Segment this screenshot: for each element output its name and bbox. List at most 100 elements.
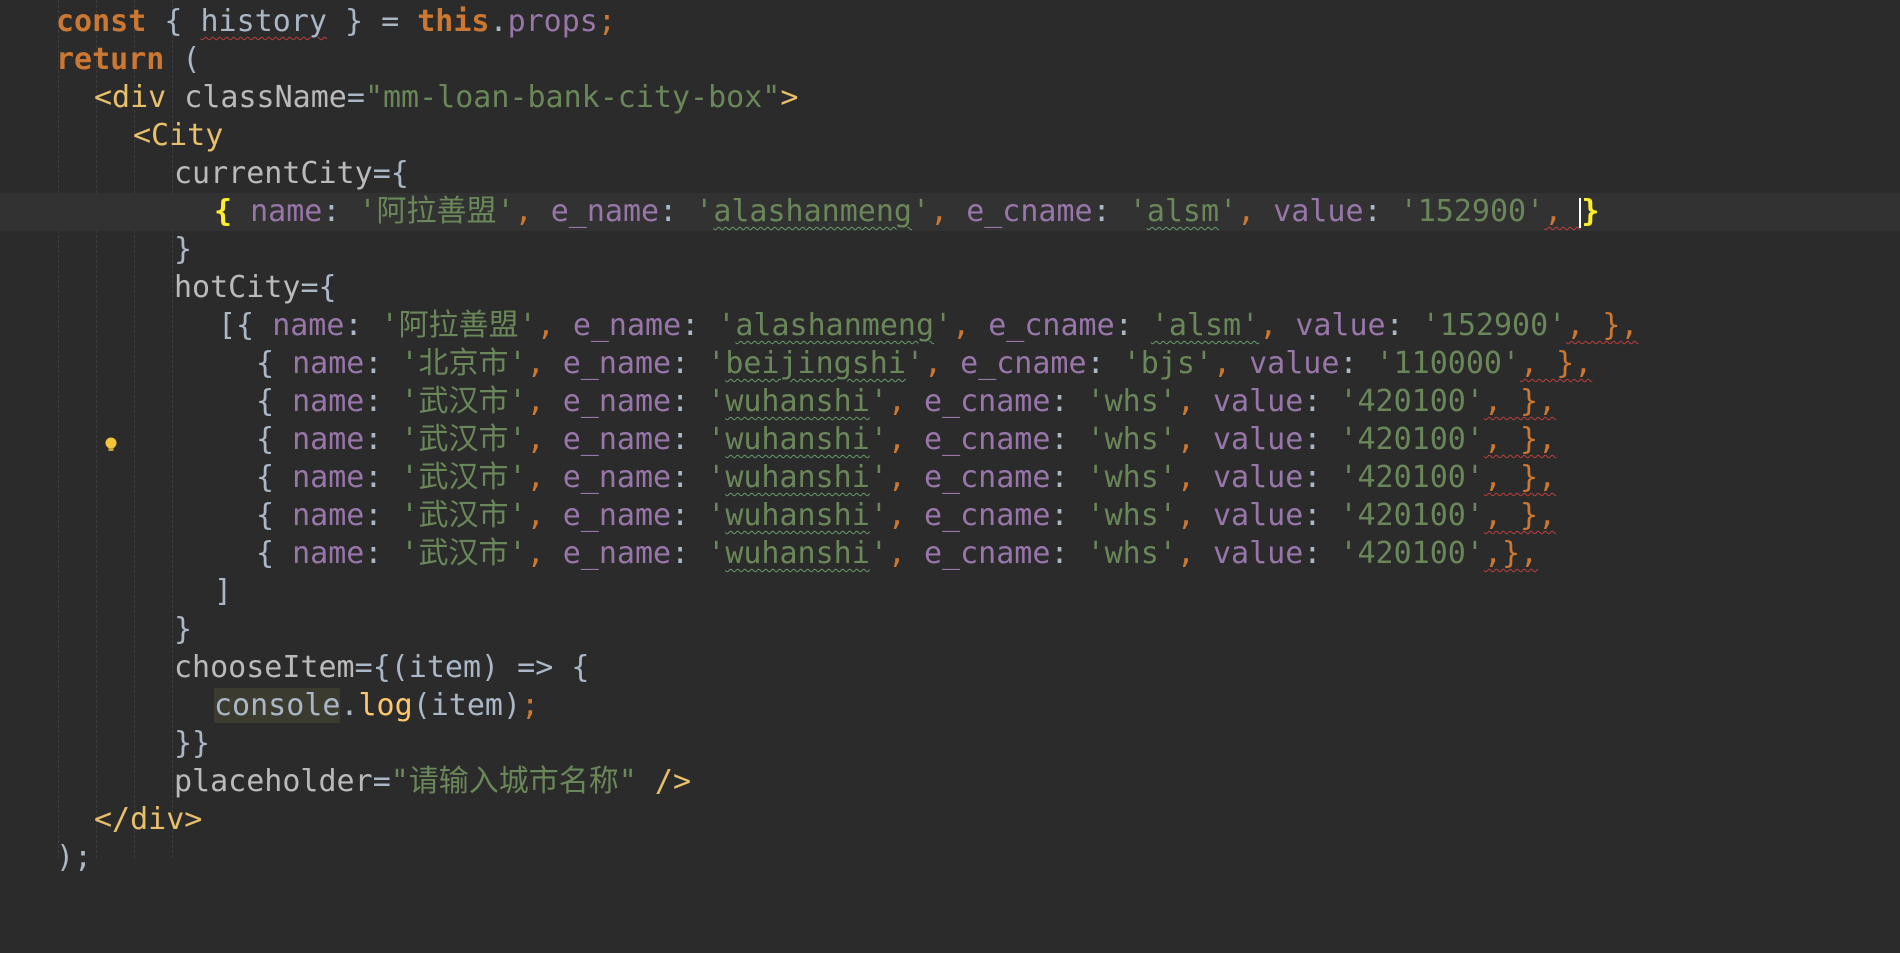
string: beijingshi <box>725 346 906 381</box>
code-line[interactable]: } <box>0 611 1900 649</box>
string: ' <box>707 384 726 419</box>
code-line[interactable]: hotCity={ <box>0 269 1900 307</box>
punctuation: : <box>1114 308 1151 343</box>
punctuation: : <box>364 422 401 457</box>
code-line[interactable]: </div> <box>0 801 1900 839</box>
string: ' <box>869 460 888 495</box>
property: value <box>1213 422 1304 457</box>
jsx-attribute: className <box>166 80 347 115</box>
code-line[interactable]: { name: '武汉市', e_name: 'wuhanshi', e_cna… <box>0 459 1900 497</box>
code-line[interactable]: ); <box>0 839 1900 877</box>
punctuation: { <box>318 270 337 305</box>
string: ' <box>1128 194 1147 229</box>
punctuation: : <box>671 536 708 571</box>
code-line[interactable]: { name: '武汉市', e_name: 'wuhanshi', e_cna… <box>0 383 1900 421</box>
code-editor[interactable]: const { history } = this.props; return (… <box>0 0 1900 875</box>
code-line[interactable]: }} <box>0 725 1900 763</box>
jsx-tag: </div> <box>94 802 203 837</box>
code-line[interactable]: { name: '武汉市', e_name: 'wuhanshi', e_cna… <box>0 535 1900 573</box>
punctuation <box>274 536 292 571</box>
punctuation: , <box>887 536 924 571</box>
punctuation: , <box>1544 194 1581 229</box>
string: '北京市' <box>400 346 527 381</box>
variable: history <box>200 4 327 39</box>
punctuation: , <box>1176 498 1213 533</box>
string: '武汉市' <box>400 460 527 495</box>
punctuation: , <box>526 498 563 533</box>
property: e_name <box>550 194 660 229</box>
property: e_cname <box>924 460 1051 495</box>
code-line[interactable]: { name: '武汉市', e_name: 'wuhanshi', e_cna… <box>0 497 1900 535</box>
code-line[interactable]: { name: '武汉市', e_name: 'wuhanshi', e_cna… <box>0 421 1900 459</box>
code-line[interactable]: [{ name: '阿拉善盟', e_name: 'alashanmeng' , … <box>0 307 1900 345</box>
string: '152900' <box>1399 194 1545 229</box>
property: name <box>292 384 365 419</box>
string: ' <box>905 346 924 381</box>
property: e_name <box>562 460 672 495</box>
punctuation <box>274 460 292 495</box>
punctuation: : <box>1050 384 1087 419</box>
arguments: (item) <box>412 688 522 723</box>
punctuation: { <box>146 4 201 39</box>
punctuation <box>274 346 292 381</box>
code-line[interactable]: <div className="mm-loan-bank-city-box"> <box>0 79 1900 117</box>
string: ' <box>707 460 726 495</box>
string: 'bjs' <box>1122 346 1213 381</box>
string: wuhanshi <box>725 536 870 571</box>
punctuation: { <box>256 536 275 571</box>
code-line[interactable]: placeholder="请输入城市名称" /> <box>0 763 1900 801</box>
punctuation: : <box>1050 498 1087 533</box>
punctuation: , }, <box>1483 498 1557 533</box>
property: value <box>1295 308 1386 343</box>
property: e_cname <box>924 384 1051 419</box>
punctuation: , <box>514 194 551 229</box>
string: 'whs' <box>1086 384 1177 419</box>
punctuation <box>254 308 272 343</box>
code-line[interactable]: currentCity={ <box>0 155 1900 193</box>
string: '武汉市' <box>400 384 527 419</box>
code-line[interactable]: <City <box>0 117 1900 155</box>
punctuation: = <box>300 270 319 305</box>
property: e_name <box>562 384 672 419</box>
string: ' <box>1219 194 1238 229</box>
punctuation: , <box>526 460 563 495</box>
jsx-tag: /> <box>636 764 692 799</box>
punctuation: : <box>1050 460 1087 495</box>
punctuation: , <box>1176 536 1213 571</box>
string: ' <box>912 194 931 229</box>
code-line[interactable]: { name: '北京市', e_name: 'beijingshi', e_c… <box>0 345 1900 383</box>
jsx-attribute: hotCity <box>174 270 301 305</box>
property: name <box>272 308 345 343</box>
punctuation: : <box>1303 384 1340 419</box>
punctuation: : <box>1092 194 1129 229</box>
code-line[interactable]: const { history } = this.props; <box>0 3 1900 41</box>
bracket-highlight: { <box>214 194 233 229</box>
string: '阿拉善盟' <box>358 194 515 229</box>
punctuation: ] <box>214 574 233 609</box>
punctuation: : <box>322 194 359 229</box>
property: value <box>1213 536 1304 571</box>
code-line[interactable]: return ( <box>0 41 1900 79</box>
code-line[interactable]: ] <box>0 573 1900 611</box>
punctuation: : <box>344 308 381 343</box>
punctuation: : <box>364 384 401 419</box>
string: '420100' <box>1339 498 1484 533</box>
string: alsm <box>1146 194 1220 229</box>
punctuation: : <box>671 422 708 457</box>
property: name <box>232 194 323 229</box>
punctuation: { <box>256 460 275 495</box>
property: e_name <box>562 422 672 457</box>
code-line-current[interactable]: { name: '阿拉善盟', e_name: 'alashanmeng', e… <box>0 193 1900 451</box>
punctuation <box>274 384 292 419</box>
code-line[interactable]: chooseItem={(item) => { <box>0 649 1900 687</box>
code-line[interactable]: console.log(item); <box>0 687 1900 725</box>
punctuation: ; <box>597 4 616 39</box>
code-line[interactable]: } <box>0 231 1900 269</box>
property: value <box>1249 346 1340 381</box>
punctuation: : <box>1086 346 1123 381</box>
punctuation: : <box>671 384 708 419</box>
punctuation: , <box>1176 422 1213 457</box>
arrow-function: {(item) => { <box>372 650 590 685</box>
string: '110000' <box>1375 346 1521 381</box>
punctuation: . <box>340 688 359 723</box>
